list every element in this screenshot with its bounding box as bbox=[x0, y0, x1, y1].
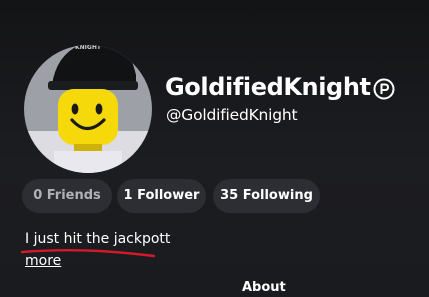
tab-about[interactable]: About bbox=[242, 279, 286, 297]
avatar[interactable]: KNIGHT bbox=[24, 45, 152, 173]
profile-header: KNIGHT GoldifiedKnight @GoldifiedKnight … bbox=[0, 0, 429, 296]
followers-count-button[interactable]: 1 Follower bbox=[117, 179, 206, 213]
friends-count-button[interactable]: 0 Friends bbox=[22, 179, 112, 213]
premium-badge-icon bbox=[373, 78, 395, 100]
avatar-headshot-icon: KNIGHT bbox=[48, 45, 138, 173]
svg-text:KNIGHT: KNIGHT bbox=[75, 45, 102, 51]
bio-more-link[interactable]: more bbox=[25, 252, 61, 270]
username-handle: @GoldifiedKnight bbox=[166, 106, 298, 124]
following-count-button[interactable]: 35 Following bbox=[213, 179, 320, 213]
display-name: GoldifiedKnight bbox=[165, 73, 371, 101]
